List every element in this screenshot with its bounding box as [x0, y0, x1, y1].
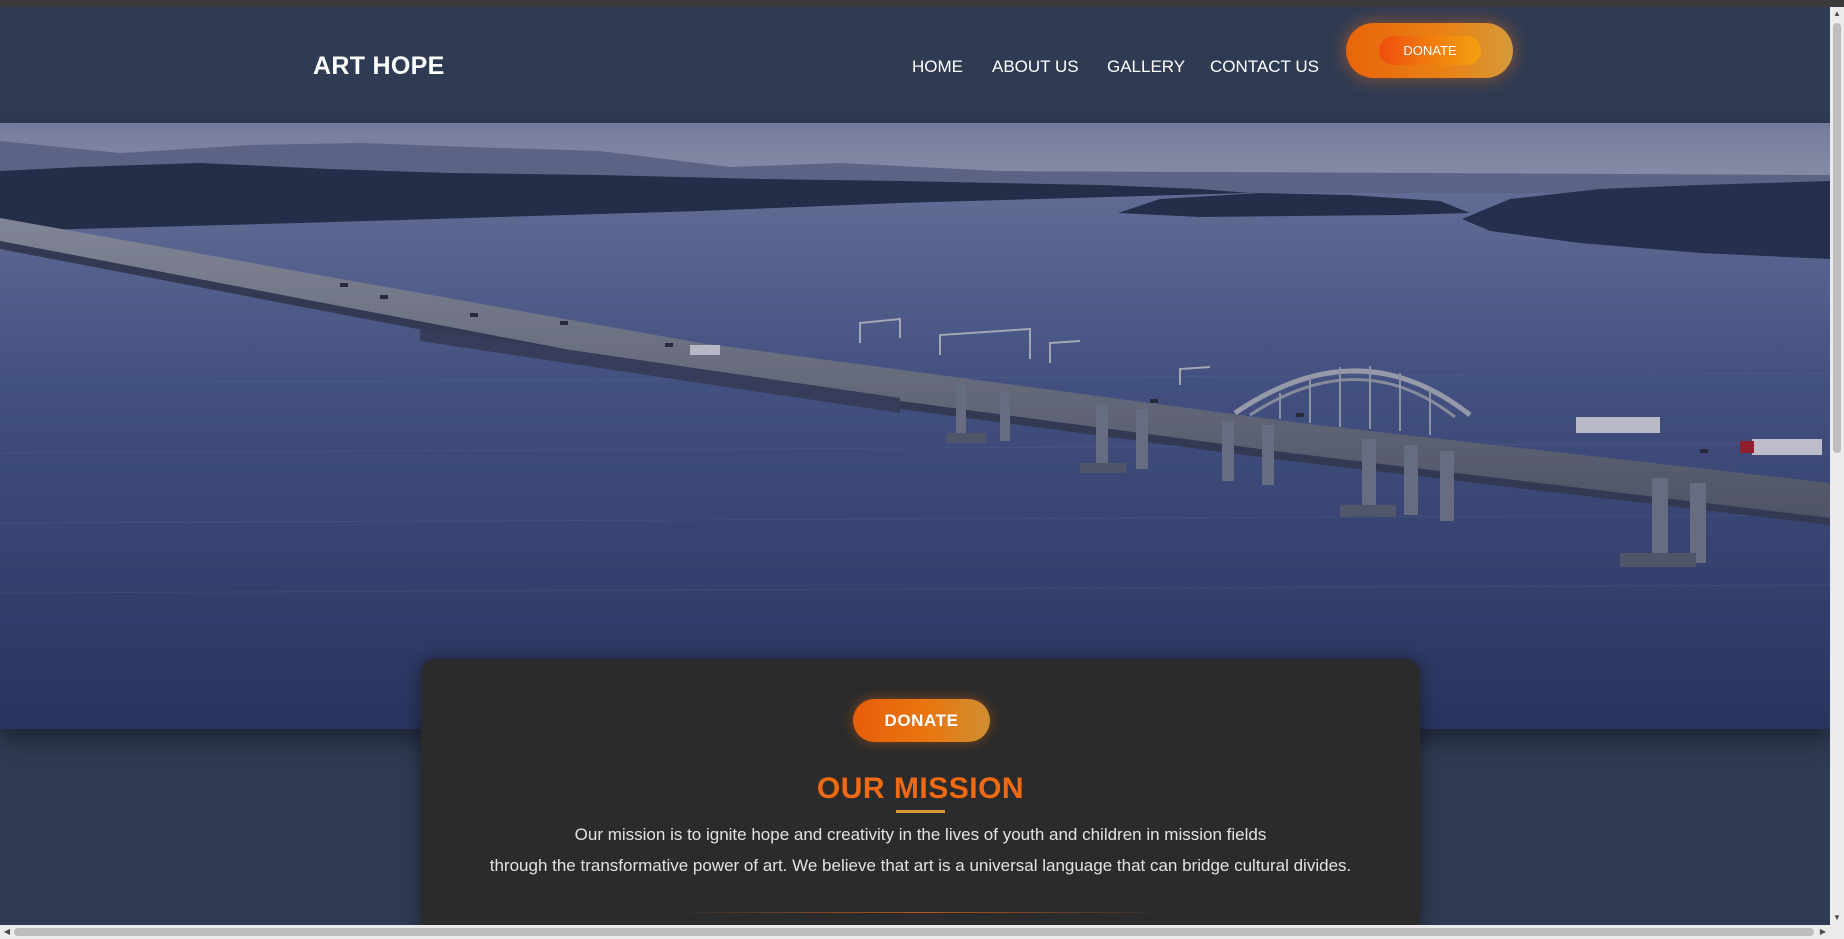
nav-contact-us[interactable]: CONTACT US [1210, 57, 1319, 77]
triangle-left-icon[interactable]: ◀ [0, 925, 14, 939]
site-header: ART HOPE HOME ABOUT US GALLERY CONTACT U… [0, 7, 1830, 123]
mission-text-line-2: through the transformative power of art.… [489, 856, 1352, 875]
nav-about-us[interactable]: ABOUT US [992, 57, 1079, 77]
vertical-scroll-thumb[interactable] [1833, 23, 1841, 453]
site-logo[interactable]: ART HOPE [313, 52, 445, 81]
mission-title: OUR MISSION [816, 772, 1025, 805]
mission-text-line-1: Our mission is to ignite hope and creati… [574, 825, 1267, 844]
nav-home[interactable]: HOME [912, 57, 963, 77]
browser-top-strip [0, 0, 1844, 7]
header-donate-label: DONATE [1379, 36, 1481, 65]
horizontal-scrollbar[interactable]: ◀ ▶ [0, 925, 1844, 939]
vertical-scrollbar[interactable]: ▲ ▼ [1830, 7, 1844, 925]
mission-title-underline [896, 810, 945, 813]
bridge-lake-illustration [0, 123, 1830, 729]
triangle-down-icon[interactable]: ▼ [1830, 911, 1844, 925]
mission-donate-button[interactable]: DONATE [853, 699, 990, 742]
nav-gallery[interactable]: GALLERY [1107, 57, 1185, 77]
mission-card: DONATE OUR MISSION Our mission is to ign… [421, 659, 1420, 929]
mission-divider [671, 912, 1171, 913]
header-donate-button[interactable]: DONATE [1346, 23, 1513, 78]
triangle-up-icon[interactable]: ▲ [1830, 7, 1844, 21]
triangle-right-icon[interactable]: ▶ [1816, 925, 1830, 939]
hero-image [0, 123, 1830, 729]
horizontal-scroll-thumb[interactable] [14, 928, 1814, 936]
